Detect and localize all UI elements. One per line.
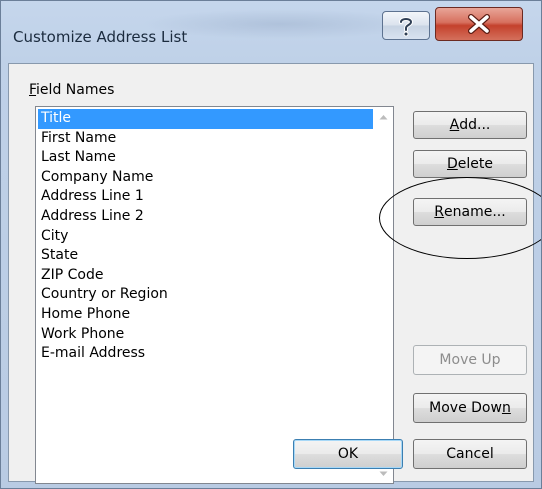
list-item[interactable]: Address Line 1 [38,187,373,207]
list-item[interactable]: E-mail Address [38,344,373,364]
list-item[interactable]: City [38,227,373,247]
rename-mnemonic: R [434,204,445,220]
list-item[interactable]: Country or Region [38,285,373,305]
ok-label: OK [337,446,359,462]
delete-label: elete [457,156,493,172]
list-item[interactable]: Title [38,109,373,129]
field-names-list: Title First Name Last Name Company Name Addr… [38,109,373,364]
dialog-client-area: Field Names Title First Name Last Name Comp… [8,63,534,484]
list-item[interactable]: Work Phone [38,325,373,345]
listbox-scrollbar[interactable] [375,108,392,482]
close-button[interactable] [435,7,523,41]
ok-button[interactable]: OK [293,439,403,469]
add-label: dd... [459,117,491,133]
cancel-button[interactable]: Cancel [413,439,527,469]
scroll-up-arrow[interactable] [375,108,392,125]
help-button[interactable] [382,11,430,40]
field-names-listbox[interactable]: Title First Name Last Name Company Name Addr… [35,106,394,484]
move-down-label: Move Dow [429,400,502,416]
list-item[interactable]: Home Phone [38,305,373,325]
move-down-mnemonic: n [501,400,511,416]
close-icon [468,14,490,34]
scroll-down-icon [379,471,388,476]
add-button[interactable]: Add... [413,111,527,139]
add-mnemonic: A [449,117,460,133]
scroll-up-icon [379,114,388,119]
field-names-label-text: ield Names [36,82,115,98]
dialog-window: Customize Address List Field Names Title… [0,0,542,489]
cancel-label: Cancel [446,446,494,462]
list-item[interactable]: State [38,246,373,266]
move-down-button[interactable]: Move Dow n [413,393,527,423]
field-names-label-mnemonic: F [29,82,37,98]
move-up-button[interactable]: Move Up [413,345,527,375]
list-item[interactable]: First Name [38,129,373,149]
list-item[interactable]: Last Name [38,148,373,168]
list-item[interactable]: ZIP Code [38,266,373,286]
question-mark-icon [399,16,414,36]
rename-label: ename... [444,204,506,220]
list-item[interactable]: Company Name [38,168,373,188]
title-bar[interactable]: Customize Address List [1,1,541,63]
dialog-title: Customize Address List [13,28,188,46]
rename-button[interactable]: Rename... [413,198,527,226]
delete-mnemonic: D [447,156,458,172]
delete-button[interactable]: Delete [413,150,527,178]
field-names-label: Field Names [29,82,114,98]
list-item[interactable]: Address Line 2 [38,207,373,227]
move-up-label: Move Up [439,352,501,368]
